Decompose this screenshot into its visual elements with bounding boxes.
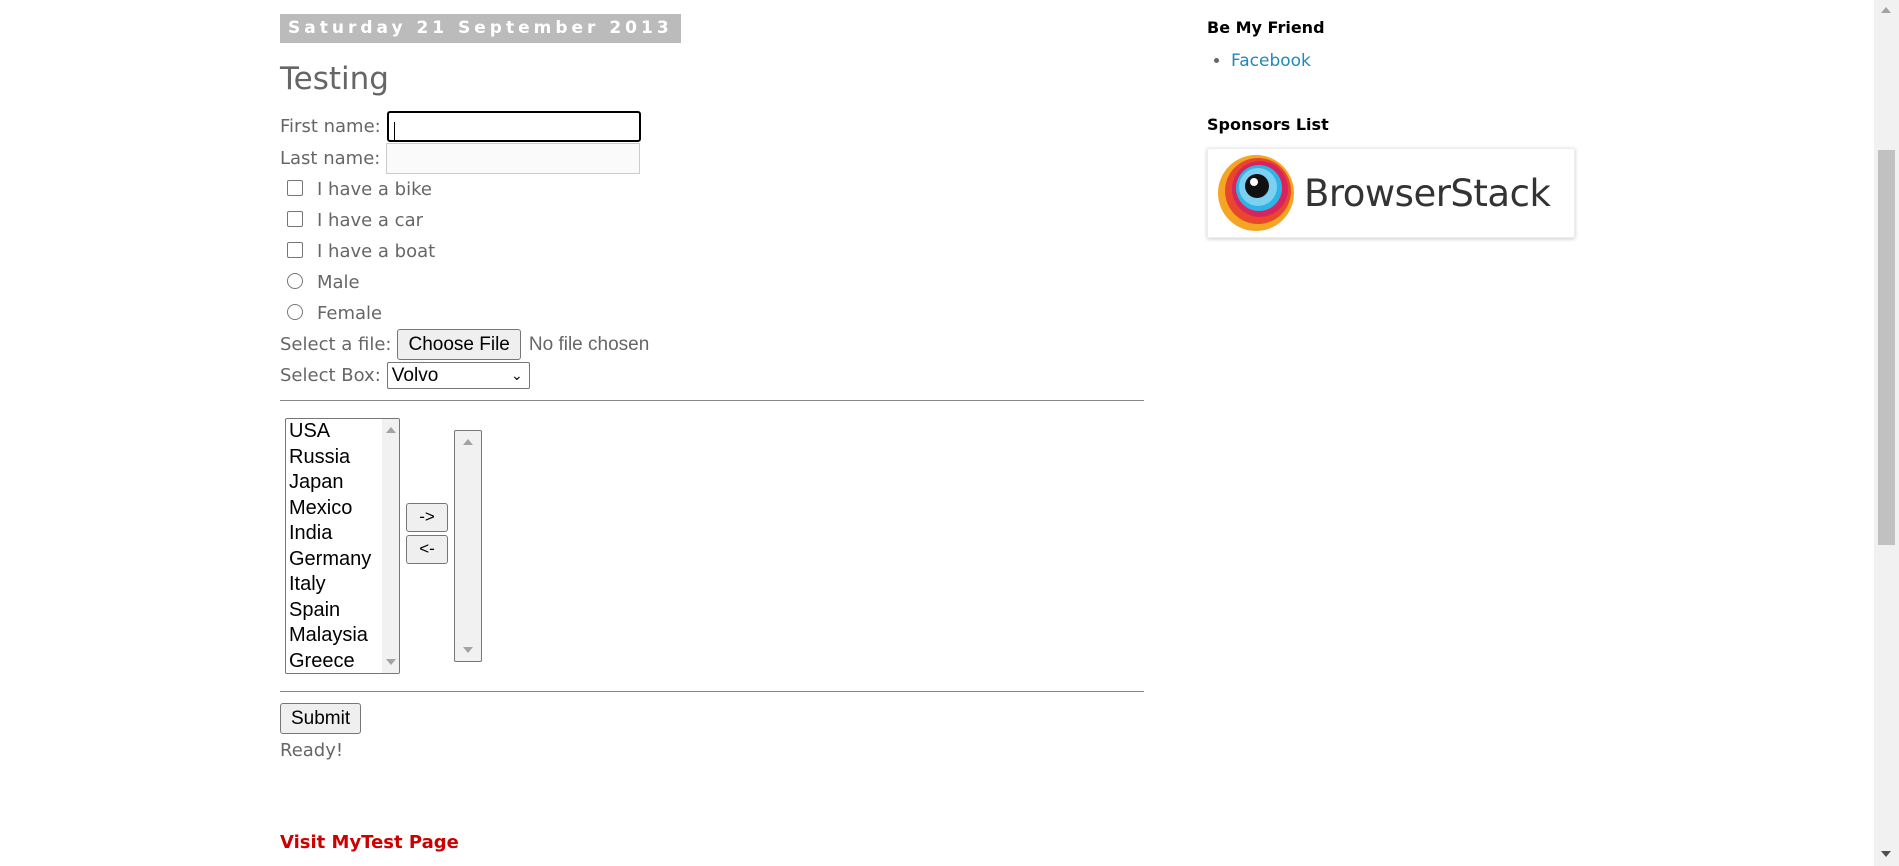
- car-checkbox-label: I have a car: [317, 210, 423, 231]
- scroll-down-icon[interactable]: [1881, 851, 1891, 857]
- select-row: Select Box: Volvo ⌄: [280, 360, 1144, 391]
- post-title: Testing: [280, 61, 389, 97]
- selected-listbox[interactable]: [454, 430, 482, 662]
- file-label: Select a file:: [280, 334, 392, 355]
- bike-checkbox-row[interactable]: I have a bike: [280, 174, 1144, 205]
- divider-bottom: [280, 691, 1144, 692]
- car-checkbox[interactable]: [287, 210, 303, 227]
- female-radio-row[interactable]: Female: [280, 298, 1144, 329]
- boat-checkbox[interactable]: [287, 241, 303, 258]
- female-radio-label: Female: [317, 303, 383, 324]
- country-listbox[interactable]: USA Russia Japan Mexico India Germany It…: [285, 418, 400, 674]
- choose-file-button[interactable]: Choose File: [397, 329, 521, 360]
- bike-checkbox[interactable]: [287, 179, 303, 196]
- boat-checkbox-label: I have a boat: [317, 241, 436, 262]
- submit-row: Submit: [280, 703, 1144, 734]
- status-text: Ready!: [280, 740, 344, 761]
- country-transfer: USA Russia Japan Mexico India Germany It…: [280, 401, 1144, 691]
- main-column: Saturday 21 September 2013 Testing First…: [280, 14, 1144, 761]
- chevron-down-icon: ⌄: [511, 367, 523, 383]
- move-right-button[interactable]: ->: [406, 503, 448, 532]
- last-name-input[interactable]: [386, 143, 641, 174]
- scroll-up-icon[interactable]: [1881, 7, 1891, 13]
- post-date-header: Saturday 21 September 2013: [280, 14, 681, 43]
- page-scroll-thumb[interactable]: [1878, 150, 1895, 545]
- car-select-value: Volvo: [391, 365, 439, 386]
- male-radio-label: Male: [317, 272, 360, 293]
- browserstack-wordmark: BrowserStack: [1304, 171, 1551, 215]
- submit-button[interactable]: Submit: [280, 703, 362, 734]
- browserstack-logo-icon: [1218, 155, 1294, 231]
- browserstack-sponsor[interactable]: BrowserStack: [1207, 148, 1575, 238]
- friend-links: Facebook: [1207, 51, 1587, 71]
- first-name-label: First name:: [280, 116, 381, 137]
- move-left-button[interactable]: <-: [406, 535, 448, 564]
- sponsors-list-title: Sponsors List: [1207, 115, 1329, 134]
- boat-checkbox-row[interactable]: I have a boat: [280, 236, 1144, 267]
- sidebar: Be My Friend Facebook Sponsors List Brow…: [1207, 18, 1587, 238]
- file-row: Select a file: Choose File No file chose…: [280, 329, 1144, 360]
- scroll-down-icon[interactable]: [463, 647, 473, 653]
- car-select[interactable]: Volvo ⌄: [386, 362, 530, 389]
- scroll-up-icon[interactable]: [463, 439, 473, 445]
- last-name-row: Last name:: [280, 143, 1144, 174]
- facebook-link[interactable]: Facebook: [1231, 51, 1587, 71]
- scroll-up-icon[interactable]: [386, 427, 396, 433]
- text-cursor: [393, 122, 395, 141]
- select-label: Select Box:: [280, 365, 381, 386]
- country-listbox-scrollbar[interactable]: [382, 419, 399, 673]
- scroll-down-icon[interactable]: [386, 659, 396, 665]
- male-radio-row[interactable]: Male: [280, 267, 1144, 298]
- car-checkbox-row[interactable]: I have a car: [280, 205, 1144, 236]
- visit-mytest-link[interactable]: Visit MyTest Page: [280, 832, 459, 853]
- blog-page: Saturday 21 September 2013 Testing First…: [0, 0, 1899, 866]
- bike-checkbox-label: I have a bike: [317, 179, 432, 200]
- last-name-label: Last name:: [280, 148, 381, 169]
- be-my-friend-title: Be My Friend: [1207, 18, 1325, 37]
- page-scrollbar[interactable]: [1874, 0, 1899, 866]
- file-status: No file chosen: [528, 334, 650, 355]
- first-name-input[interactable]: [386, 111, 641, 142]
- female-radio[interactable]: [287, 303, 303, 320]
- first-name-row: First name:: [280, 111, 1144, 142]
- male-radio[interactable]: [287, 272, 303, 289]
